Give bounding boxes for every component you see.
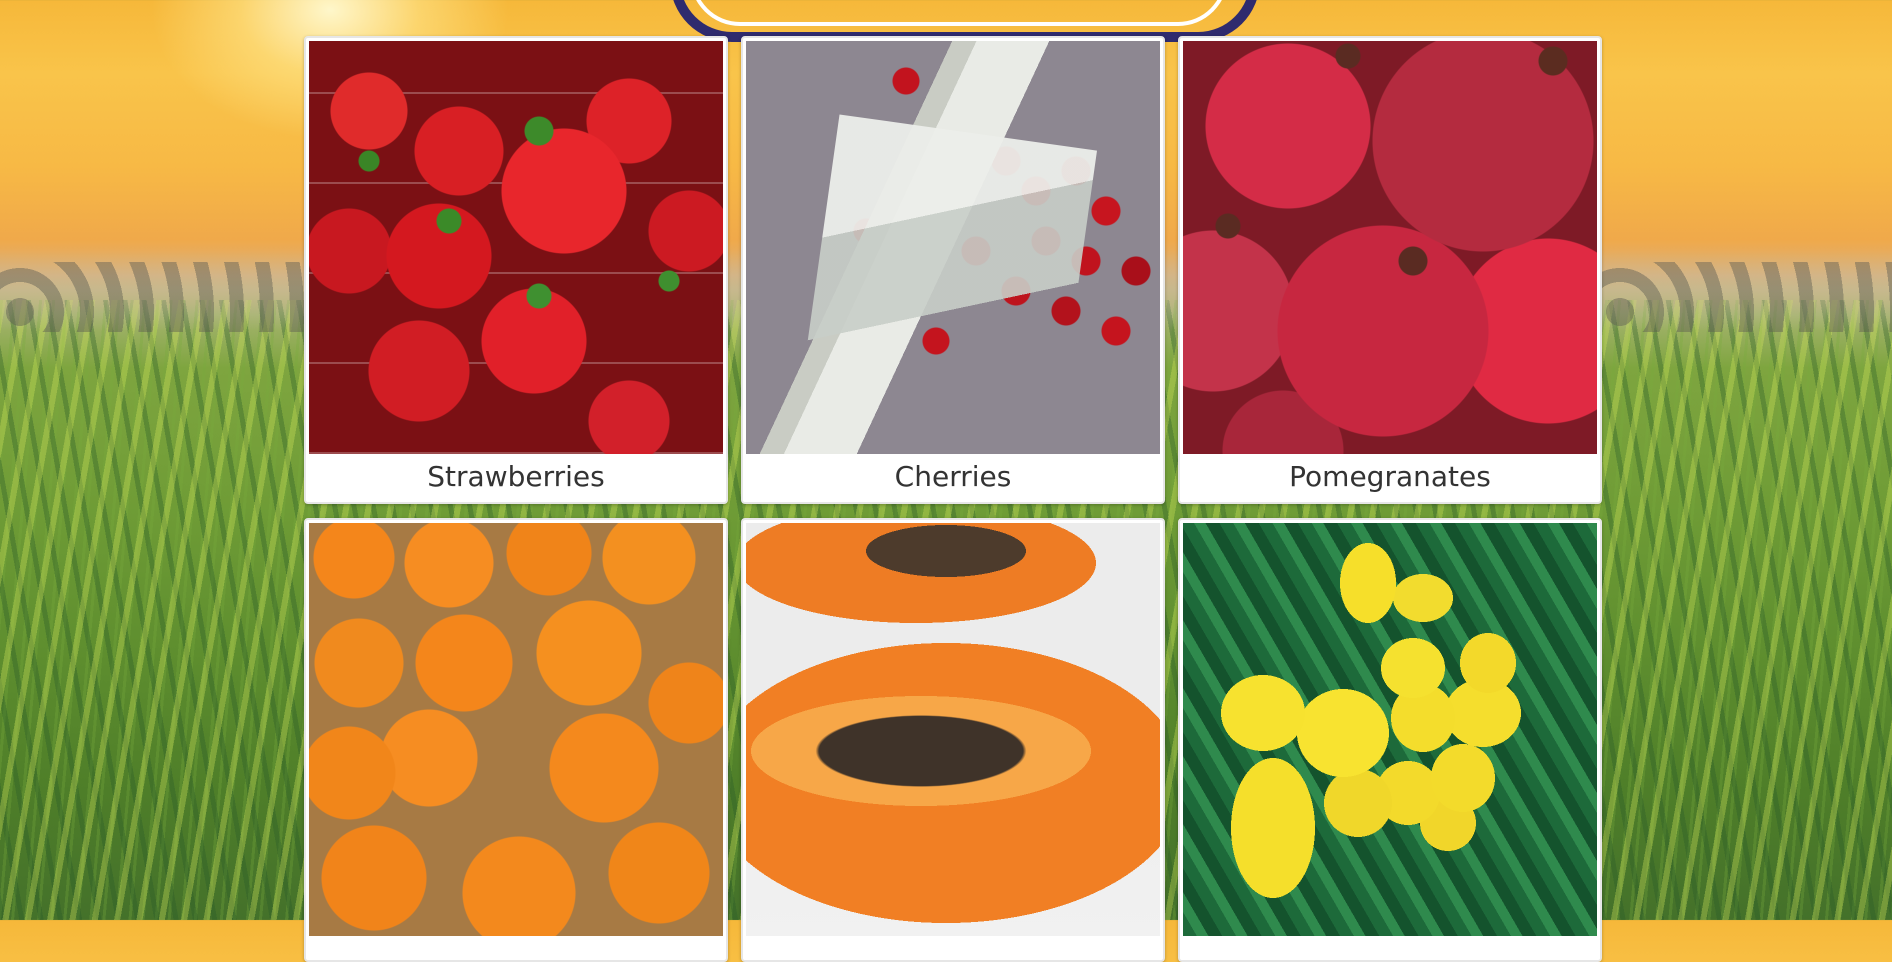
gallery-card-cherries[interactable]: Cherries xyxy=(741,36,1165,504)
oranges-photo[interactable] xyxy=(309,523,723,936)
gallery-card-pomegranates[interactable]: Pomegranates xyxy=(1178,36,1602,504)
gallery-card-label xyxy=(306,936,726,960)
gallery-card-label: Cherries xyxy=(894,460,1012,493)
gallery-card-papaya[interactable] xyxy=(741,518,1165,962)
lemons-photo[interactable] xyxy=(1183,523,1597,936)
pomegranates-photo[interactable] xyxy=(1183,41,1597,454)
fruit-gallery: Strawberries Cherries Pomegranates xyxy=(304,36,1602,962)
papaya-photo[interactable] xyxy=(746,523,1160,936)
background-trees-left xyxy=(0,262,320,332)
gallery-card-lemons[interactable] xyxy=(1178,518,1602,962)
strawberries-photo[interactable] xyxy=(309,41,723,454)
site-logo-inner xyxy=(690,0,1228,26)
cherries-photo[interactable] xyxy=(746,41,1160,454)
gallery-card-label: Pomegranates xyxy=(1289,460,1491,493)
gallery-card-strawberries[interactable]: Strawberries xyxy=(304,36,728,504)
gallery-card-oranges[interactable] xyxy=(304,518,728,962)
background-trees-right xyxy=(1600,262,1892,332)
gallery-card-label xyxy=(743,936,1163,960)
gallery-card-label: Strawberries xyxy=(427,460,605,493)
gallery-card-label xyxy=(1180,936,1600,960)
